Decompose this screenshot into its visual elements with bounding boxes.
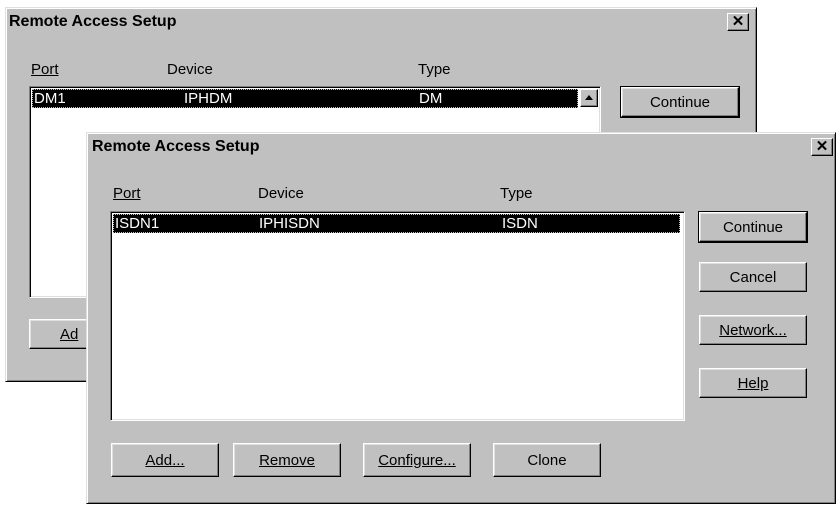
row-type: ISDN	[502, 215, 538, 232]
row-port: DM1	[34, 90, 66, 107]
row-port: ISDN1	[115, 215, 160, 232]
add-button[interactable]: Add...	[111, 443, 219, 477]
clone-button[interactable]: Clone	[493, 443, 601, 477]
front-col-port: Port	[113, 185, 141, 202]
table-row[interactable]: ISDN1 IPHISDN ISDN	[113, 214, 680, 233]
scroll-up-icon[interactable]	[580, 89, 598, 107]
close-icon: ✕	[815, 138, 829, 155]
back-continue-button[interactable]: Continue	[620, 86, 740, 118]
back-dialog-title: Remote Access Setup	[9, 13, 177, 30]
back-col-device: Device	[167, 61, 213, 78]
front-port-list[interactable]: ISDN1 IPHISDN ISDN	[110, 211, 685, 421]
configure-button[interactable]: Configure...	[363, 443, 471, 477]
front-col-device: Device	[258, 185, 304, 202]
row-device: IPHISDN	[259, 215, 320, 232]
row-device: IPHDM	[184, 90, 233, 107]
front-close-button[interactable]: ✕	[811, 138, 833, 156]
table-row[interactable]: DM1 IPHDM DM	[32, 89, 578, 108]
front-dialog-title: Remote Access Setup	[92, 138, 260, 155]
remove-button[interactable]: Remove	[233, 443, 341, 477]
row-type: DM	[419, 90, 443, 107]
back-close-button[interactable]: ✕	[727, 13, 749, 31]
help-button[interactable]: Help	[699, 368, 807, 398]
network-button[interactable]: Network...	[699, 315, 807, 345]
back-col-type: Type	[418, 61, 451, 78]
front-dialog: Remote Access Setup ✕ Port Device Type I…	[86, 132, 836, 504]
back-col-port: Port	[31, 61, 59, 78]
continue-button[interactable]: Continue	[698, 211, 808, 243]
close-icon: ✕	[731, 13, 745, 30]
front-col-type: Type	[500, 185, 533, 202]
cancel-button[interactable]: Cancel	[699, 262, 807, 292]
